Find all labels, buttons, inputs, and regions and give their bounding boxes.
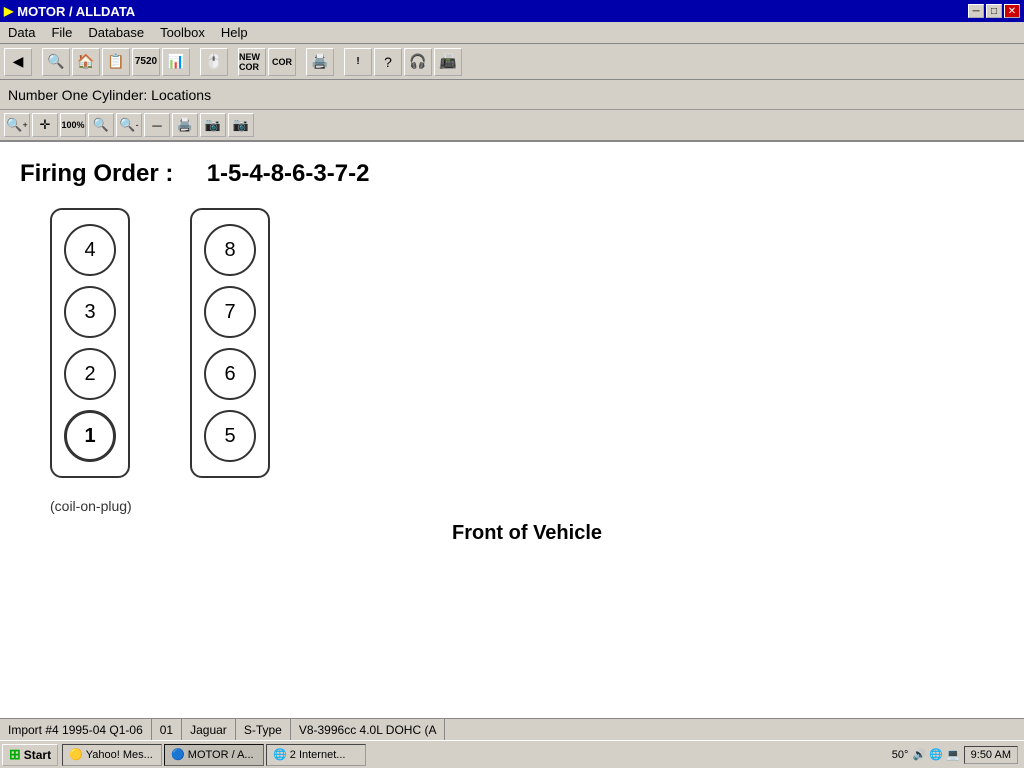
- title-bar-left: ▶ MOTOR / ALLDATA: [4, 4, 135, 19]
- num-button[interactable]: 7520: [132, 48, 160, 76]
- status-model: S-Type: [236, 719, 291, 740]
- arrow-button[interactable]: 🖱️: [200, 48, 228, 76]
- windows-icon: ⊞: [9, 746, 21, 763]
- status-make: Jaguar: [182, 719, 236, 740]
- page-header-text: Number One Cylinder: Locations: [8, 87, 211, 103]
- firing-order: Firing Order : 1-5-4-8-6-3-7-2: [20, 160, 1004, 188]
- pan-button[interactable]: ✛: [32, 113, 58, 137]
- cylinder-7: 7: [204, 286, 256, 338]
- view-toolbar: 🔍+ ✛ 100% 🔍 🔍- － 🖨️ 📷 📷: [0, 110, 1024, 142]
- status-import: Import #4 1995-04 Q1-06: [0, 719, 152, 740]
- print-button[interactable]: 🖨️: [306, 48, 334, 76]
- cylinder-8: 8: [204, 224, 256, 276]
- cylinders-diagram: 4 3 2 1 8 7 6 5: [50, 208, 1004, 478]
- firing-order-label: Firing Order :: [20, 160, 173, 187]
- right-bank: 8 7 6 5: [190, 208, 270, 478]
- cylinder-4: 4: [64, 224, 116, 276]
- left-bank: 4 3 2 1: [50, 208, 130, 478]
- zoom-in-button[interactable]: 🔍+: [4, 113, 30, 137]
- maximize-button[interactable]: □: [986, 4, 1002, 18]
- app-title: MOTOR / ALLDATA: [17, 4, 135, 19]
- taskbar-right: 50° 🔊 🌐 💻 9:50 AM: [888, 746, 1022, 764]
- menu-file[interactable]: File: [47, 24, 76, 41]
- yahoo-icon: 🟡: [69, 748, 83, 761]
- menu-bar: Data File Database Toolbox Help: [0, 22, 1024, 44]
- start-label: Start: [24, 748, 51, 762]
- cam2-button[interactable]: 📷: [228, 113, 254, 137]
- taskbar-internet[interactable]: 🌐 2 Internet...: [266, 744, 366, 766]
- content-area: Firing Order : 1-5-4-8-6-3-7-2 4 3 2 1 8…: [0, 142, 1024, 718]
- zoom-out-button[interactable]: 🔍-: [116, 113, 142, 137]
- minimize-button[interactable]: ─: [968, 4, 984, 18]
- zoom-minus-button[interactable]: －: [144, 113, 170, 137]
- status-engine: V8-3996cc 4.0L DOHC (A: [291, 719, 446, 740]
- cam-button[interactable]: 📷: [200, 113, 226, 137]
- list-button[interactable]: 📋: [102, 48, 130, 76]
- motor-icon: 🔵: [171, 748, 185, 761]
- close-button[interactable]: ✕: [1004, 4, 1020, 18]
- motor-label: MOTOR / A...: [188, 749, 254, 761]
- cor-button[interactable]: COR: [268, 48, 296, 76]
- search-button[interactable]: 🔍: [42, 48, 70, 76]
- cylinder-2: 2: [64, 348, 116, 400]
- info-button[interactable]: 📊: [162, 48, 190, 76]
- page-header: Number One Cylinder: Locations: [0, 80, 1024, 110]
- taskbar: ⊞ Start 🟡 Yahoo! Mes... 🔵 MOTOR / A... 🌐…: [0, 740, 1024, 768]
- internet-icon: 🌐: [273, 748, 287, 761]
- headset-button[interactable]: 🎧: [404, 48, 432, 76]
- cylinder-5: 5: [204, 410, 256, 462]
- print2-button[interactable]: 🖨️: [172, 113, 198, 137]
- cylinder-1: 1: [64, 410, 116, 462]
- firing-order-value: 1-5-4-8-6-3-7-2: [207, 160, 370, 187]
- front-label: Front of Vehicle: [50, 522, 1004, 545]
- status-bar: Import #4 1995-04 Q1-06 01 Jaguar S-Type…: [0, 718, 1024, 740]
- internet-label: 2 Internet...: [290, 749, 346, 761]
- menu-help[interactable]: Help: [217, 24, 252, 41]
- alert-button[interactable]: !: [344, 48, 372, 76]
- title-bar: ▶ MOTOR / ALLDATA ─ □ ✕: [0, 0, 1024, 22]
- cylinder-3: 3: [64, 286, 116, 338]
- back-button[interactable]: ◀: [4, 48, 32, 76]
- zoom-100-button[interactable]: 100%: [60, 113, 86, 137]
- clock: 9:50 AM: [964, 746, 1018, 764]
- main-toolbar: ◀ 🔍 🏠 📋 7520 📊 🖱️ NEW COR COR 🖨️ ! ? 🎧 📠: [0, 44, 1024, 80]
- start-button[interactable]: ⊞ Start: [2, 744, 58, 766]
- new-cor-button[interactable]: NEW COR: [238, 48, 266, 76]
- temperature: 50°: [892, 749, 909, 761]
- menu-database[interactable]: Database: [84, 24, 148, 41]
- title-bar-controls: ─ □ ✕: [968, 4, 1020, 18]
- coil-note: (coil-on-plug): [50, 498, 1004, 514]
- yahoo-label: Yahoo! Mes...: [86, 749, 153, 761]
- cylinder-6: 6: [204, 348, 256, 400]
- taskbar-yahoo[interactable]: 🟡 Yahoo! Mes...: [62, 744, 162, 766]
- zoom-fit-button[interactable]: 🔍: [88, 113, 114, 137]
- menu-toolbox[interactable]: Toolbox: [156, 24, 209, 41]
- status-num: 01: [152, 719, 182, 740]
- taskbar-motor[interactable]: 🔵 MOTOR / A...: [164, 744, 264, 766]
- taskbar-items: 🟡 Yahoo! Mes... 🔵 MOTOR / A... 🌐 2 Inter…: [58, 744, 888, 766]
- question-button[interactable]: ?: [374, 48, 402, 76]
- app-icon: ▶: [4, 4, 13, 18]
- fax-button[interactable]: 📠: [434, 48, 462, 76]
- menu-data[interactable]: Data: [4, 24, 39, 41]
- system-icons: 🔊 🌐 💻: [912, 748, 959, 761]
- home-button[interactable]: 🏠: [72, 48, 100, 76]
